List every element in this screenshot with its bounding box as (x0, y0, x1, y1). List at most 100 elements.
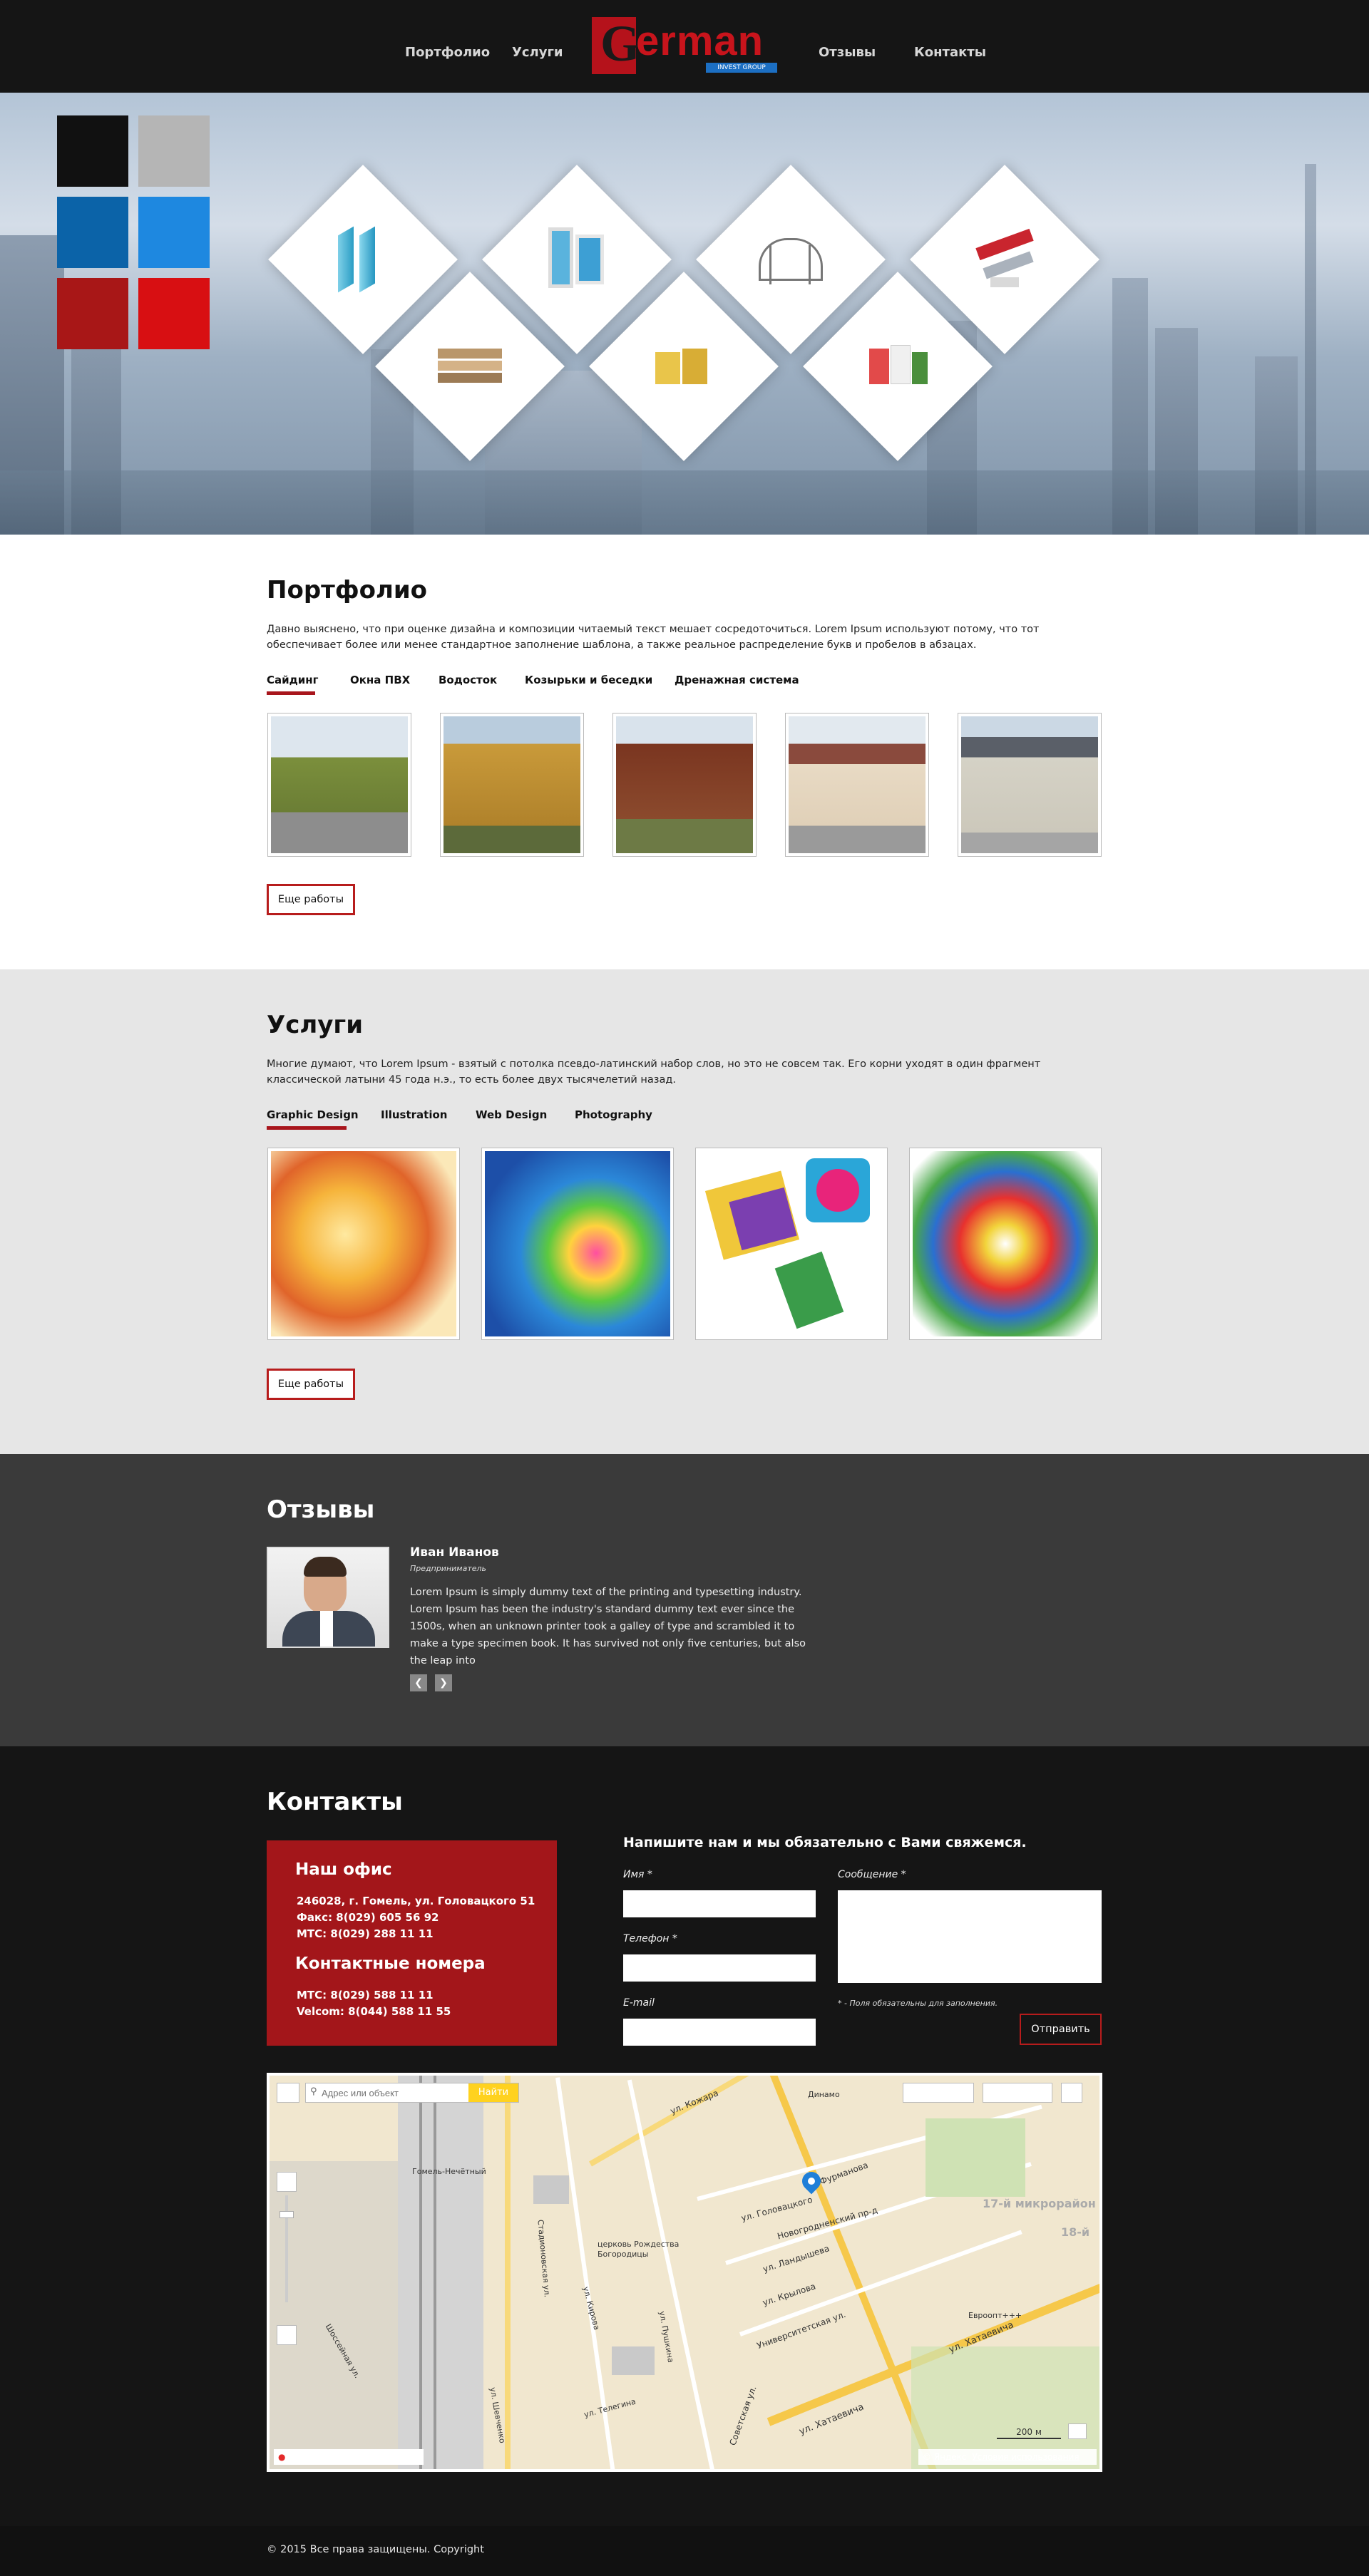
map-block (270, 2161, 398, 2469)
service-thumb[interactable] (695, 1148, 888, 1340)
logo-subtitle: INVEST GROUP (706, 63, 777, 73)
map-label: 18-й (1061, 2225, 1090, 2239)
portfolio-thumb[interactable] (440, 713, 584, 857)
layers-button[interactable]: ◈ Слои ▾ (983, 2083, 1052, 2103)
tab-graphic-design[interactable]: Graphic Design (267, 1108, 359, 1121)
map-label: Евроопт+++ (968, 2311, 1022, 2320)
email-input[interactable] (623, 2019, 816, 2046)
map-label: Стадионовская ул. (535, 2219, 552, 2298)
tab-canopies[interactable]: Козырьки и беседки (525, 674, 652, 686)
service-thumb[interactable] (267, 1148, 460, 1340)
tab-gutters[interactable]: Водосток (439, 674, 497, 686)
expand-icon: ⤢ (1067, 2087, 1076, 2098)
chevron-left-icon: ❮ (414, 1677, 423, 1689)
chevron-right-icon: ❯ (439, 1677, 448, 1689)
services-title: Услуги (267, 1011, 364, 1039)
house-photo (961, 716, 1098, 853)
nav-reviews[interactable]: Отзывы (819, 44, 876, 61)
tab-web-design[interactable]: Web Design (476, 1108, 547, 1121)
logo-mark: G (592, 15, 640, 74)
hero-banner (0, 93, 1369, 535)
ruler-button[interactable]: ▭ (1068, 2423, 1087, 2439)
map-attribution: © Яндекс Условия использования (918, 2449, 1097, 2465)
tab-photography[interactable]: Photography (575, 1108, 652, 1121)
portfolio-thumb[interactable] (267, 713, 411, 857)
ruler-icon: ▭ (1073, 2424, 1082, 2434)
reviewer-avatar (267, 1547, 389, 1648)
zoom-in-button[interactable]: + (277, 2172, 297, 2192)
footer: © 2015 Все права защищены. Copyright (0, 2526, 1369, 2576)
tab-siding[interactable]: Сайдинг (267, 674, 318, 686)
open-in-yandex-link[interactable]: ● Открыть в Яндекс.Картах (274, 2449, 424, 2465)
submit-button[interactable]: Отправить (1020, 2014, 1102, 2045)
traffic-light-icon: ◧ (909, 2087, 918, 2098)
service-thumb[interactable] (481, 1148, 674, 1340)
portfolio-thumb[interactable] (958, 713, 1102, 857)
map-label: ул. Кожара (668, 2088, 720, 2116)
plus-icon: + (281, 2174, 292, 2189)
office-info-box: Наш офис 246028, г. Гомель, ул. Головацк… (267, 1840, 557, 2046)
map-label: ул. Шевченко (488, 2386, 507, 2444)
fullscreen-button[interactable]: ⤢ (1061, 2083, 1082, 2103)
zoom-out-button[interactable]: − (277, 2325, 297, 2345)
review-text: Lorem Ipsum is simply dummy text of the … (410, 1587, 806, 1666)
map-terms-link[interactable]: Условия использования (972, 2452, 1079, 2462)
illustration-artwork (485, 1151, 670, 1336)
services-more-button[interactable]: Еще работы (267, 1369, 355, 1400)
nav-portfolio[interactable]: Портфолио (405, 44, 490, 61)
logo[interactable]: G erman INVEST GROUP (592, 15, 777, 74)
name-input[interactable] (623, 1890, 816, 1917)
tab-pvc-windows[interactable]: Окна ПВХ (350, 674, 410, 686)
office-title: Наш офис (295, 1860, 392, 1879)
name-label: Имя * (623, 1869, 652, 1880)
map-label: церковь Рождества Богородицы (598, 2240, 680, 2259)
siding-panels-icon (427, 324, 513, 409)
portfolio-thumb[interactable] (785, 713, 929, 857)
map[interactable]: ул. Кожара Динамо ул. Головацкого Фурман… (267, 2073, 1102, 2472)
geolocation-button[interactable]: ➤ (277, 2083, 299, 2103)
portfolio-more-button[interactable]: Еще работы (267, 884, 355, 915)
district-label: 17-й микрорайон (983, 2197, 1096, 2210)
search-icon: ⚲ (310, 2086, 317, 2097)
railway-line (434, 2076, 436, 2469)
reviewer-name: Иван Иванов (410, 1545, 499, 1560)
traffic-label: Пробки (925, 2087, 961, 2098)
next-review-button[interactable]: ❯ (435, 1674, 452, 1691)
contacts-section: Контакты Наш офис 246028, г. Гомель, ул.… (0, 1746, 1369, 2526)
swatch-dark-blue[interactable] (57, 197, 128, 268)
map-label: Университетская ул. (755, 2309, 848, 2351)
swatch-black[interactable] (57, 115, 128, 187)
zoom-slider-handle[interactable] (280, 2211, 294, 2218)
house-photo (789, 716, 926, 853)
webdesign-artwork (699, 1151, 884, 1336)
swatch-dark-red[interactable] (57, 278, 128, 349)
road (627, 2079, 715, 2469)
nav-services[interactable]: Услуги (512, 44, 563, 61)
map-search-box: ⚲ Найти (305, 2083, 519, 2103)
phone-input[interactable] (623, 1954, 816, 1982)
map-label: Динамо (808, 2090, 840, 2099)
swatch-gray[interactable] (138, 115, 210, 187)
tab-drainage[interactable]: Дренажная система (675, 674, 799, 686)
service-thumb[interactable] (909, 1148, 1102, 1340)
nav-contacts[interactable]: Контакты (914, 44, 986, 61)
swatch-blue[interactable] (138, 197, 210, 268)
map-label: ул. Крылова (761, 2281, 817, 2308)
map-search-button[interactable]: Найти (468, 2083, 518, 2102)
services-text: Многие думают, что Lorem Ipsum - взятый … (267, 1058, 1041, 1086)
building-mixes-icon (855, 324, 940, 409)
office-fax: Факс: 8(029) 605 56 92 (297, 1911, 439, 1924)
prev-review-button[interactable]: ❮ (410, 1674, 427, 1691)
swatch-red[interactable] (138, 278, 210, 349)
tab-illustration[interactable]: Illustration (381, 1108, 447, 1121)
phone-velcom: Velcom: 8(044) 588 11 55 (297, 2005, 451, 2018)
traffic-button[interactable]: ◧ Пробки (903, 2083, 974, 2103)
house-photo (443, 716, 580, 853)
map-scale: 200 м (997, 2425, 1061, 2439)
window-glass-icon (320, 217, 406, 302)
railway-line (419, 2076, 422, 2469)
canopy-frame-icon (748, 217, 834, 302)
message-textarea[interactable] (838, 1890, 1102, 1983)
map-search-input[interactable] (322, 2085, 464, 2101)
portfolio-thumb[interactable] (612, 713, 757, 857)
